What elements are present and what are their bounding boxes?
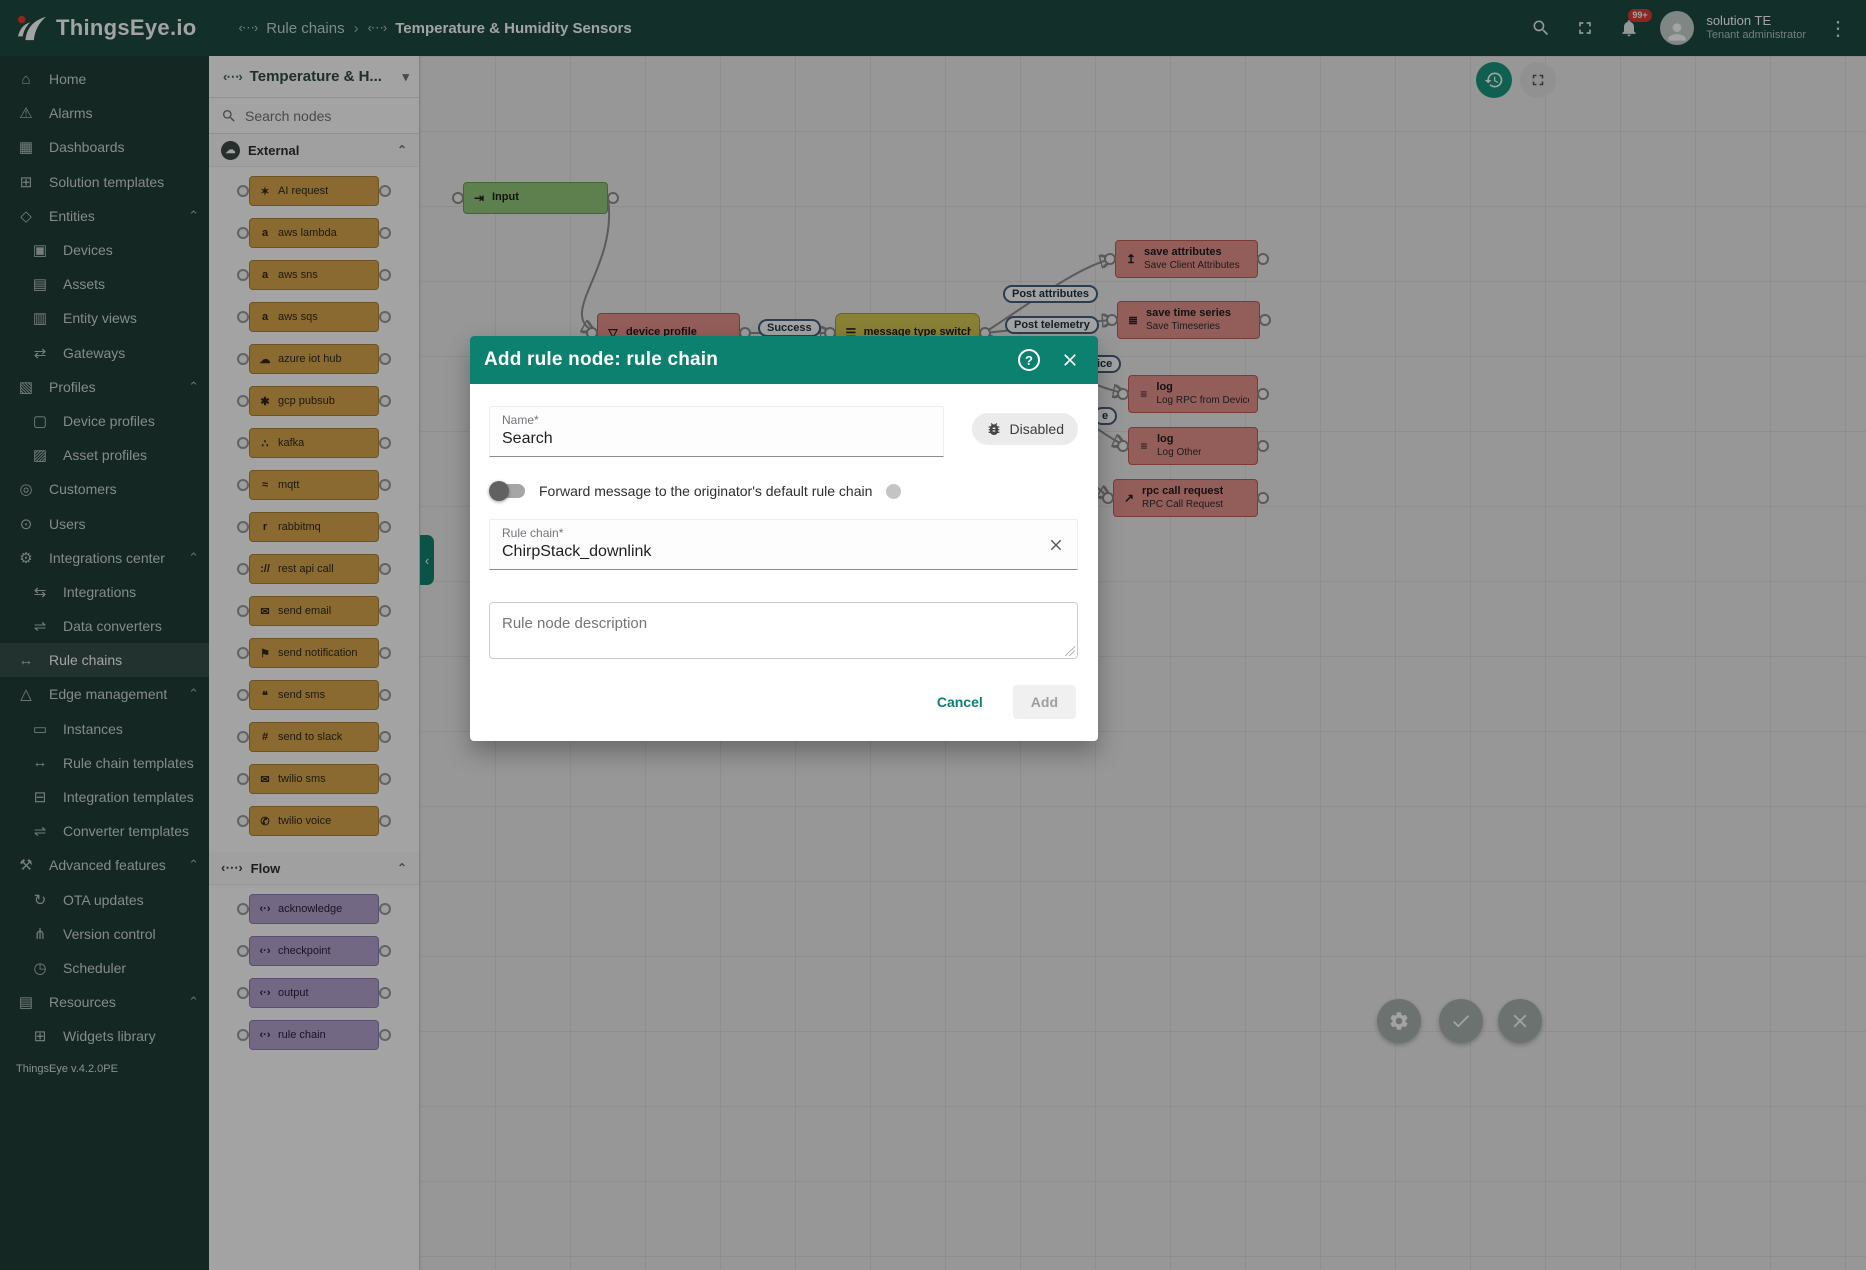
rule-chain-field-label: Rule chain* [502, 526, 1065, 540]
name-field: Name* [489, 406, 944, 457]
bug-icon [986, 421, 1002, 437]
add-rule-node-dialog: Add rule node: rule chain ? Name* Disabl… [470, 336, 1098, 741]
description-textarea[interactable] [490, 603, 1077, 653]
add-button[interactable]: Add [1013, 685, 1076, 719]
name-input[interactable] [502, 430, 888, 448]
help-icon[interactable]: ? [1018, 349, 1040, 371]
cancel-button[interactable]: Cancel [931, 686, 989, 718]
name-field-label: Name* [502, 413, 931, 427]
dialog-header: Add rule node: rule chain ? [470, 336, 1098, 384]
resize-handle[interactable] [1065, 646, 1075, 656]
dialog-body: Name* Disabled Forward message to the or… [470, 384, 1098, 659]
description-field [489, 602, 1078, 659]
info-icon [886, 484, 901, 499]
dialog-title: Add rule node: rule chain [484, 349, 718, 371]
debug-mode-button[interactable]: Disabled [972, 413, 1078, 445]
close-icon [1047, 536, 1065, 554]
dialog-footer: Cancel Add [470, 659, 1098, 741]
rule-chain-input[interactable] [502, 543, 1009, 561]
forward-message-label: Forward message to the originator's defa… [539, 483, 872, 499]
forward-message-toggle[interactable] [491, 484, 525, 498]
dialog-close-button[interactable] [1060, 350, 1080, 370]
close-icon [1060, 350, 1080, 370]
toggle-thumb [489, 481, 509, 501]
clear-rule-chain-button[interactable] [1047, 536, 1065, 554]
debug-mode-label: Disabled [1010, 421, 1064, 437]
rule-chain-field: Rule chain* [489, 519, 1078, 570]
